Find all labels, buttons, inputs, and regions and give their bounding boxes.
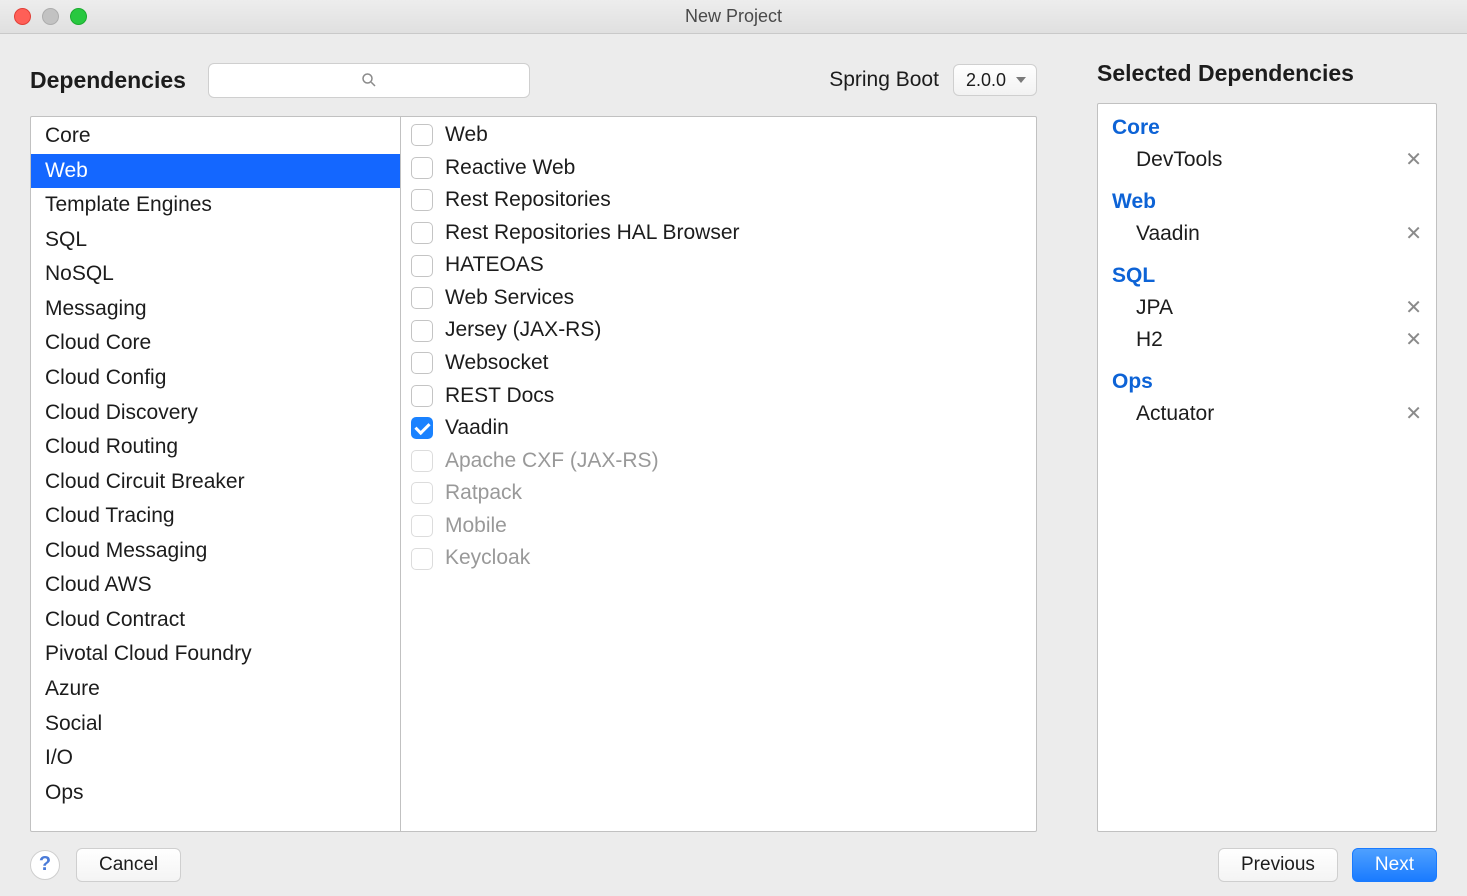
checkbox — [411, 450, 433, 472]
spring-boot-label: Spring Boot — [829, 68, 939, 92]
option-item: Ratpack — [401, 477, 1036, 510]
selected-dependencies-panel: CoreDevTools✕WebVaadin✕SQLJPA✕H2✕OpsActu… — [1097, 103, 1437, 832]
selected-item: DevTools ✕ — [1110, 144, 1426, 176]
category-item[interactable]: Cloud Routing — [31, 430, 400, 465]
category-item[interactable]: Messaging — [31, 292, 400, 327]
option-label: Keycloak — [445, 546, 530, 571]
category-item[interactable]: Cloud Circuit Breaker — [31, 465, 400, 500]
checkbox[interactable] — [411, 189, 433, 211]
checkbox[interactable] — [411, 352, 433, 374]
option-item[interactable]: Websocket — [401, 347, 1036, 380]
header-row: Dependencies Spring Boot 2.0.0 — [30, 56, 1037, 104]
category-item[interactable]: Core — [31, 119, 400, 154]
remove-icon[interactable]: ✕ — [1405, 224, 1422, 244]
option-label: Apache CXF (JAX-RS) — [445, 449, 659, 474]
option-item[interactable]: REST Docs — [401, 380, 1036, 413]
previous-button[interactable]: Previous — [1218, 848, 1338, 882]
category-item[interactable]: Cloud Tracing — [31, 499, 400, 534]
option-label: Rest Repositories HAL Browser — [445, 221, 740, 246]
category-item[interactable]: Ops — [31, 776, 400, 811]
option-item[interactable]: HATEOAS — [401, 249, 1036, 282]
checkbox[interactable] — [411, 287, 433, 309]
option-item: Keycloak — [401, 542, 1036, 575]
category-item[interactable]: Pivotal Cloud Foundry — [31, 637, 400, 672]
selected-group-header: Web — [1110, 186, 1426, 218]
cancel-button[interactable]: Cancel — [76, 848, 181, 882]
selected-item-label: Vaadin — [1136, 222, 1200, 246]
category-list[interactable]: CoreWebTemplate EnginesSQLNoSQLMessaging… — [31, 117, 401, 831]
category-item[interactable]: Cloud Discovery — [31, 396, 400, 431]
option-item[interactable]: Web Services — [401, 282, 1036, 315]
footer: ? Cancel Previous Next — [0, 832, 1467, 896]
option-label: Jersey (JAX-RS) — [445, 318, 601, 343]
selected-group-header: Core — [1110, 112, 1426, 144]
selected-group-header: Ops — [1110, 366, 1426, 398]
search-input[interactable] — [209, 64, 529, 97]
remove-icon[interactable]: ✕ — [1405, 150, 1422, 170]
option-item: Apache CXF (JAX-RS) — [401, 445, 1036, 478]
category-item[interactable]: NoSQL — [31, 257, 400, 292]
option-item[interactable]: Vaadin — [401, 412, 1036, 445]
checkbox[interactable] — [411, 222, 433, 244]
checkbox[interactable] — [411, 385, 433, 407]
selected-item: Vaadin ✕ — [1110, 218, 1426, 250]
option-label: Ratpack — [445, 481, 522, 506]
checkbox — [411, 548, 433, 570]
option-list[interactable]: Web Reactive Web Rest Repositories Rest Rep… — [401, 117, 1036, 831]
option-label: HATEOAS — [445, 253, 544, 278]
option-label: Websocket — [445, 351, 549, 376]
option-item: Mobile — [401, 510, 1036, 543]
category-item[interactable]: I/O — [31, 741, 400, 776]
option-label: Vaadin — [445, 416, 509, 441]
category-item[interactable]: Cloud Messaging — [31, 534, 400, 569]
option-label: Mobile — [445, 514, 507, 539]
next-button[interactable]: Next — [1352, 848, 1437, 882]
titlebar: New Project — [0, 0, 1467, 34]
selected-item: Actuator ✕ — [1110, 398, 1426, 430]
checkbox[interactable] — [411, 157, 433, 179]
help-button[interactable]: ? — [30, 850, 60, 880]
option-label: Reactive Web — [445, 156, 575, 181]
dependencies-label: Dependencies — [30, 67, 186, 94]
selected-item-label: H2 — [1136, 328, 1163, 352]
category-item[interactable]: Cloud Core — [31, 326, 400, 361]
checkbox[interactable] — [411, 320, 433, 342]
category-item[interactable]: Social — [31, 707, 400, 742]
checkbox[interactable] — [411, 255, 433, 277]
spring-boot-version-select[interactable]: 2.0.0 — [953, 64, 1037, 96]
category-item[interactable]: Cloud Config — [31, 361, 400, 396]
checkbox[interactable] — [411, 417, 433, 439]
selected-dependencies-title: Selected Dependencies — [1097, 60, 1437, 87]
option-label: Web — [445, 123, 488, 148]
remove-icon[interactable]: ✕ — [1405, 404, 1422, 424]
option-item[interactable]: Web — [401, 119, 1036, 152]
selected-item: H2 ✕ — [1110, 324, 1426, 356]
selected-group-header: SQL — [1110, 260, 1426, 292]
category-item[interactable]: SQL — [31, 223, 400, 258]
option-item[interactable]: Reactive Web — [401, 152, 1036, 185]
remove-icon[interactable]: ✕ — [1405, 330, 1422, 350]
option-item[interactable]: Rest Repositories HAL Browser — [401, 217, 1036, 250]
search-field[interactable] — [208, 63, 530, 98]
checkbox[interactable] — [411, 124, 433, 146]
option-label: Web Services — [445, 286, 574, 311]
option-item[interactable]: Rest Repositories — [401, 184, 1036, 217]
option-item[interactable]: Jersey (JAX-RS) — [401, 314, 1036, 347]
category-item[interactable]: Cloud AWS — [31, 568, 400, 603]
checkbox — [411, 515, 433, 537]
category-item[interactable]: Template Engines — [31, 188, 400, 223]
checkbox — [411, 482, 433, 504]
spring-boot-version-value: 2.0.0 — [966, 70, 1006, 91]
option-label: REST Docs — [445, 384, 554, 409]
category-item[interactable]: Azure — [31, 672, 400, 707]
remove-icon[interactable]: ✕ — [1405, 298, 1422, 318]
selected-item-label: Actuator — [1136, 402, 1214, 426]
category-item[interactable]: Web — [31, 154, 400, 189]
category-item[interactable]: Cloud Contract — [31, 603, 400, 638]
window-title: New Project — [0, 6, 1467, 27]
selected-item-label: JPA — [1136, 296, 1173, 320]
selected-item-label: DevTools — [1136, 148, 1222, 172]
selected-item: JPA ✕ — [1110, 292, 1426, 324]
option-label: Rest Repositories — [445, 188, 611, 213]
